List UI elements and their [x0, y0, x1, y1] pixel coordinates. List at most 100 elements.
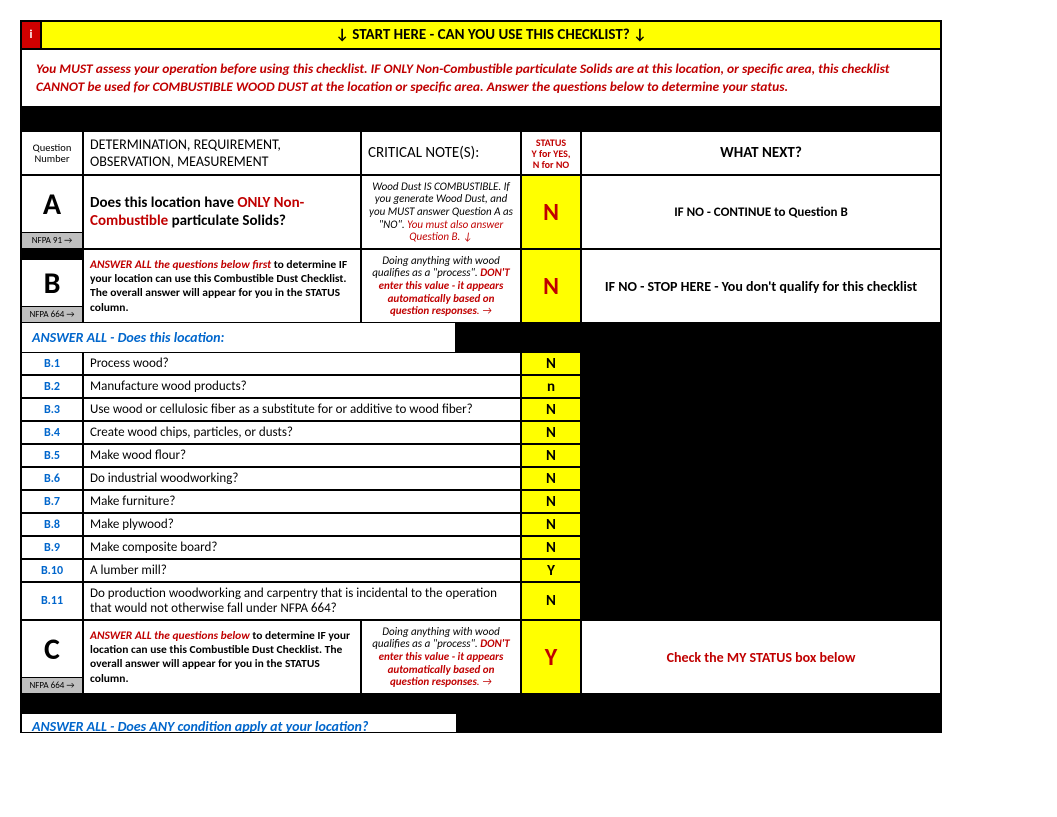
- b-item-row: B.3Use wood or cellulosic fiber as a sub…: [21, 398, 941, 421]
- b-item-number: B.5: [21, 444, 83, 467]
- b-item-status[interactable]: N: [521, 398, 581, 421]
- question-b-text: ANSWER ALL the questions below first to …: [83, 249, 361, 323]
- question-a-text: Does this location have ONLY Non-Combust…: [83, 175, 361, 249]
- b-item-row: B.9Make composite board?N: [21, 536, 941, 559]
- b-item-status[interactable]: N: [521, 444, 581, 467]
- question-c-text: ANSWER ALL the questions below to determ…: [83, 620, 361, 694]
- bottom-blue-text: ANSWER ALL - Does ANY condition apply at…: [21, 714, 456, 732]
- b-item-text: Make plywood?: [83, 513, 521, 536]
- b-item-fill: [581, 513, 941, 536]
- b-items-list: B.1Process wood?NB.2Manufacture wood pro…: [21, 352, 941, 620]
- b-item-status[interactable]: N: [521, 421, 581, 444]
- b-item-text: Do production woodworking and carpentry …: [83, 582, 521, 620]
- b-item-status[interactable]: Y: [521, 559, 581, 582]
- b-item-row: B.5Make wood flour?N: [21, 444, 941, 467]
- b-item-number: B.6: [21, 467, 83, 490]
- hdr-critical-notes: CRITICAL NOTE(S):: [361, 131, 521, 175]
- b-item-fill: [581, 352, 941, 375]
- b-item-row: B.4Create wood chips, particles, or dust…: [21, 421, 941, 444]
- b-item-text: Make wood flour?: [83, 444, 521, 467]
- question-a-critical-note: Wood Dust IS COMBUSTIBLE. If you generat…: [361, 175, 521, 249]
- table-header-row: Question Number DETERMINATION, REQUIREME…: [21, 131, 941, 175]
- question-a-status[interactable]: N: [521, 175, 581, 249]
- b-item-number: B.11: [21, 582, 83, 620]
- b-item-text: A lumber mill?: [83, 559, 521, 582]
- question-row-a: A NFPA 91 → Does this location have ONLY…: [21, 175, 941, 249]
- checklist-sheet: i ↓ START HERE - CAN YOU USE THIS CHECKL…: [20, 20, 942, 733]
- hdr-status-line3: N for NO: [533, 159, 569, 170]
- hdr-determination: DETERMINATION, REQUIREMENT, OBSERVATION,…: [83, 131, 361, 175]
- b-item-row: B.1Process wood?N: [21, 352, 941, 375]
- question-b-crit-arrow: . →: [477, 304, 492, 317]
- b-item-text: Use wood or cellulosic fiber as a substi…: [83, 398, 521, 421]
- question-b-red: ANSWER ALL the questions below first: [90, 258, 271, 272]
- black-separator: [21, 107, 941, 131]
- question-c-critical-note: Doing anything with wood qualifies as a …: [361, 620, 521, 694]
- b-item-fill: [581, 467, 941, 490]
- b-item-fill: [581, 375, 941, 398]
- question-b-nfpa-tag[interactable]: NFPA 664 →: [21, 307, 83, 323]
- question-b-critical-note: Doing anything with wood qualifies as a …: [361, 249, 521, 323]
- b-item-number: B.10: [21, 559, 83, 582]
- b-item-row: B.7Make furniture?N: [21, 490, 941, 513]
- b-item-row: B.10A lumber mill?Y: [21, 559, 941, 582]
- question-c-letter: C: [22, 631, 82, 668]
- b-item-number: B.1: [21, 352, 83, 375]
- b-subheader-text: ANSWER ALL - Does this location:: [21, 323, 456, 352]
- b-item-fill: [581, 444, 941, 467]
- b-item-fill: [581, 582, 941, 620]
- question-c-crit-arrow: . →: [477, 675, 492, 688]
- b-item-number: B.9: [21, 536, 83, 559]
- b-item-text: Do industrial woodworking?: [83, 467, 521, 490]
- hdr-status: STATUS Y for YES, N for NO: [521, 131, 581, 175]
- banner-title: ↓ START HERE - CAN YOU USE THIS CHECKLIS…: [41, 21, 941, 49]
- b-item-status[interactable]: N: [521, 467, 581, 490]
- question-c-red: ANSWER ALL the questions below: [90, 629, 250, 643]
- bottom-fill: [456, 714, 941, 732]
- b-item-row: B.2Manufacture wood products?n: [21, 375, 941, 398]
- question-c-status: Y: [521, 620, 581, 694]
- b-item-row: B.11Do production woodworking and carpen…: [21, 582, 941, 620]
- question-row-c: C NFPA 664 → ANSWER ALL the questions be…: [21, 620, 941, 694]
- b-item-number: B.3: [21, 398, 83, 421]
- b-item-text: Make furniture?: [83, 490, 521, 513]
- question-row-b: B NFPA 664 → ANSWER ALL the questions be…: [21, 249, 941, 323]
- info-badge[interactable]: i: [21, 21, 41, 49]
- b-item-status[interactable]: N: [521, 352, 581, 375]
- b-item-status[interactable]: n: [521, 375, 581, 398]
- b-item-number: B.7: [21, 490, 83, 513]
- black-separator-bottom: [21, 694, 941, 714]
- question-a-id-stack: A NFPA 91 →: [21, 175, 83, 249]
- question-a-nfpa-tag[interactable]: NFPA 91 →: [21, 233, 83, 249]
- banner-row: i ↓ START HERE - CAN YOU USE THIS CHECKL…: [21, 21, 941, 49]
- bottom-cutoff-row: ANSWER ALL - Does ANY condition apply at…: [21, 714, 941, 732]
- b-item-number: B.8: [21, 513, 83, 536]
- question-b-id-stack: B NFPA 664 →: [21, 249, 83, 323]
- b-item-fill: [581, 559, 941, 582]
- b-subheader-fill: [456, 323, 941, 352]
- question-a-crit-red: You must also answer Question B. ↓: [405, 218, 504, 244]
- question-a-letter: A: [22, 186, 82, 223]
- b-item-number: B.4: [21, 421, 83, 444]
- b-item-text: Create wood chips, particles, or dusts?: [83, 421, 521, 444]
- hdr-question-number: Question Number: [21, 131, 83, 175]
- question-a-suffix: particulate Solids?: [168, 212, 286, 230]
- b-item-fill: [581, 536, 941, 559]
- hdr-what-next: WHAT NEXT?: [581, 131, 941, 175]
- b-item-number: B.2: [21, 375, 83, 398]
- b-subheader-row: ANSWER ALL - Does this location:: [21, 323, 941, 352]
- b-item-status[interactable]: N: [521, 582, 581, 620]
- question-c-nfpa-tag[interactable]: NFPA 664 →: [21, 678, 83, 694]
- b-item-row: B.6Do industrial woodworking?N: [21, 467, 941, 490]
- b-item-text: Process wood?: [83, 352, 521, 375]
- b-item-status[interactable]: N: [521, 536, 581, 559]
- question-b-next: IF NO - STOP HERE - You don't qualify fo…: [581, 249, 941, 323]
- b-item-text: Manufacture wood products?: [83, 375, 521, 398]
- intro-text: You MUST assess your operation before us…: [21, 49, 941, 107]
- b-item-status[interactable]: N: [521, 490, 581, 513]
- question-b-status: N: [521, 249, 581, 323]
- b-item-status[interactable]: N: [521, 513, 581, 536]
- b-item-fill: [581, 398, 941, 421]
- b-item-fill: [581, 421, 941, 444]
- b-item-row: B.8Make plywood?N: [21, 513, 941, 536]
